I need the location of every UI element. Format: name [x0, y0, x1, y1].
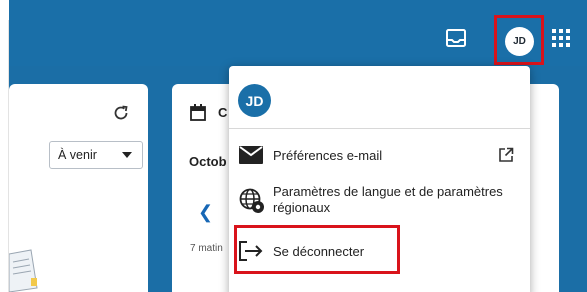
globe-settings-icon	[239, 188, 264, 213]
app-screen: JD À venir C Octob ❮ 7 matin JD Préféren…	[0, 0, 587, 292]
refresh-icon[interactable]	[112, 104, 130, 122]
chevron-left-icon[interactable]: ❮	[198, 202, 213, 223]
user-avatar[interactable]: JD	[505, 27, 534, 56]
calendar-time-label: 7 matin	[190, 243, 223, 254]
document-illustration-icon	[9, 249, 38, 292]
menu-user-avatar: JD	[238, 84, 271, 117]
menu-item-label: Paramètres de langue et de paramètres ré…	[273, 184, 503, 215]
filter-select-value: À venir	[58, 148, 97, 162]
calendar-icon	[190, 104, 206, 121]
sign-out-highlight	[234, 225, 400, 274]
chevron-down-icon	[122, 152, 132, 158]
user-avatar-button-highlight[interactable]: JD	[494, 15, 544, 65]
mail-icon	[239, 146, 263, 164]
open-external-icon	[499, 147, 514, 162]
menu-item-label: Préférences e-mail	[273, 148, 383, 163]
inbox-tray-icon[interactable]	[446, 29, 466, 47]
calendar-month: Octob	[189, 154, 227, 169]
calendar-title: C	[218, 105, 228, 120]
menu-item-language-region[interactable]: Paramètres de langue et de paramètres ré…	[229, 180, 530, 228]
menu-divider	[229, 128, 530, 129]
filter-select[interactable]: À venir	[49, 141, 143, 169]
menu-item-email-preferences[interactable]: Préférences e-mail	[229, 136, 530, 176]
apps-grid-icon[interactable]	[551, 28, 571, 48]
left-edge	[0, 0, 9, 292]
